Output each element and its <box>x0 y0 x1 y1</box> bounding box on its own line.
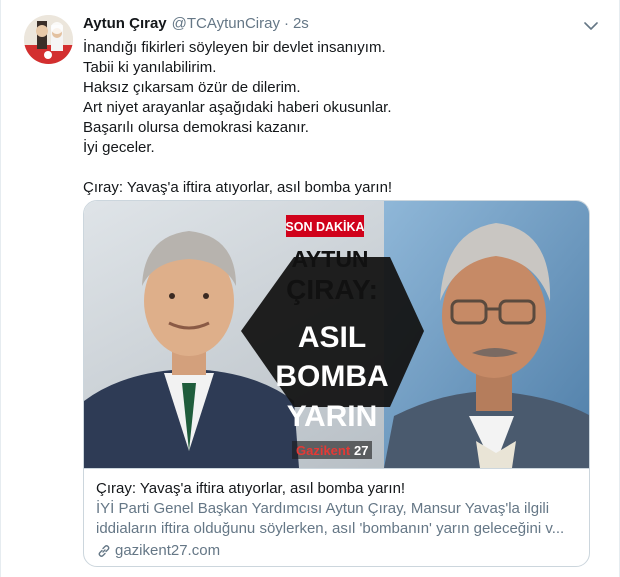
link-preview-card[interactable]: SON DAKİKA AYTUN ÇIRAY: ASIL BOMBA YARIN… <box>83 200 590 567</box>
tweet-line: Art niyet arayanlar aşağıdaki haberi oku… <box>83 99 392 116</box>
display-name[interactable]: Aytun Çıray <box>83 15 167 32</box>
card-description-line: iddiaların iftira olduğunu söylerken, as… <box>96 520 565 537</box>
tweet-line: İnandığı fikirleri söyleyen bir devlet i… <box>83 39 386 56</box>
logo-main: Gazikent <box>296 443 351 458</box>
overlay-headline-3: YARIN <box>287 400 378 433</box>
logo-number: 27 <box>354 443 368 458</box>
link-icon <box>96 543 112 559</box>
tweet-line: Haksız çıkarsam özür de dilerim. <box>83 79 301 96</box>
gazikent-logo: Gazikent 27 <box>292 441 372 459</box>
card-description: İYİ Parti Genel Başkan Yardımcısı Aytun … <box>96 499 579 539</box>
card-image[interactable]: SON DAKİKA AYTUN ÇIRAY: ASIL BOMBA YARIN… <box>84 201 589 468</box>
tweet-headline-line: Çıray: Yavaş'a iftira atıyorlar, asıl bo… <box>83 179 393 196</box>
badge-text: SON DAKİKA <box>285 219 364 234</box>
tweet[interactable]: Aytun Çıray @TCAytunCiray · 2s İnandığı … <box>0 0 620 577</box>
overlay-headline-1: ASIL <box>298 321 366 354</box>
card-title: Çıray: Yavaş'a iftira atıyorlar, asıl bo… <box>96 480 406 497</box>
tweet-line: Başarılı olursa demokrasi kazanır. <box>83 119 309 136</box>
tweet-header: Aytun Çıray @TCAytunCiray · 2s <box>83 15 309 35</box>
card-domain: gazikent27.com <box>96 541 579 561</box>
tweet-text: İnandığı fikirleri söyleyen bir devlet i… <box>83 38 603 198</box>
breaking-badge: SON DAKİKA <box>285 215 365 237</box>
avatar-image <box>24 15 73 64</box>
overlay-headline-2: BOMBA <box>275 360 388 393</box>
avatar[interactable] <box>24 15 73 64</box>
user-handle[interactable]: @TCAytunCiray <box>172 15 280 32</box>
chevron-down-icon[interactable] <box>581 16 601 36</box>
card-description-line: İYİ Parti Genel Başkan Yardımcısı Aytun … <box>96 500 550 517</box>
timestamp[interactable]: 2s <box>293 15 309 32</box>
overlay-name-1: AYTUN <box>291 246 368 272</box>
card-info[interactable]: Çıray: Yavaş'a iftira atıyorlar, asıl bo… <box>84 468 589 566</box>
separator-dot: · <box>283 15 289 32</box>
tweet-line: Tabii ki yanılabilirim. <box>83 59 217 76</box>
overlay-name-2: ÇIRAY: <box>286 274 378 305</box>
card-domain-text: gazikent27.com <box>115 542 221 559</box>
tweet-line: İyi geceler. <box>83 139 155 156</box>
